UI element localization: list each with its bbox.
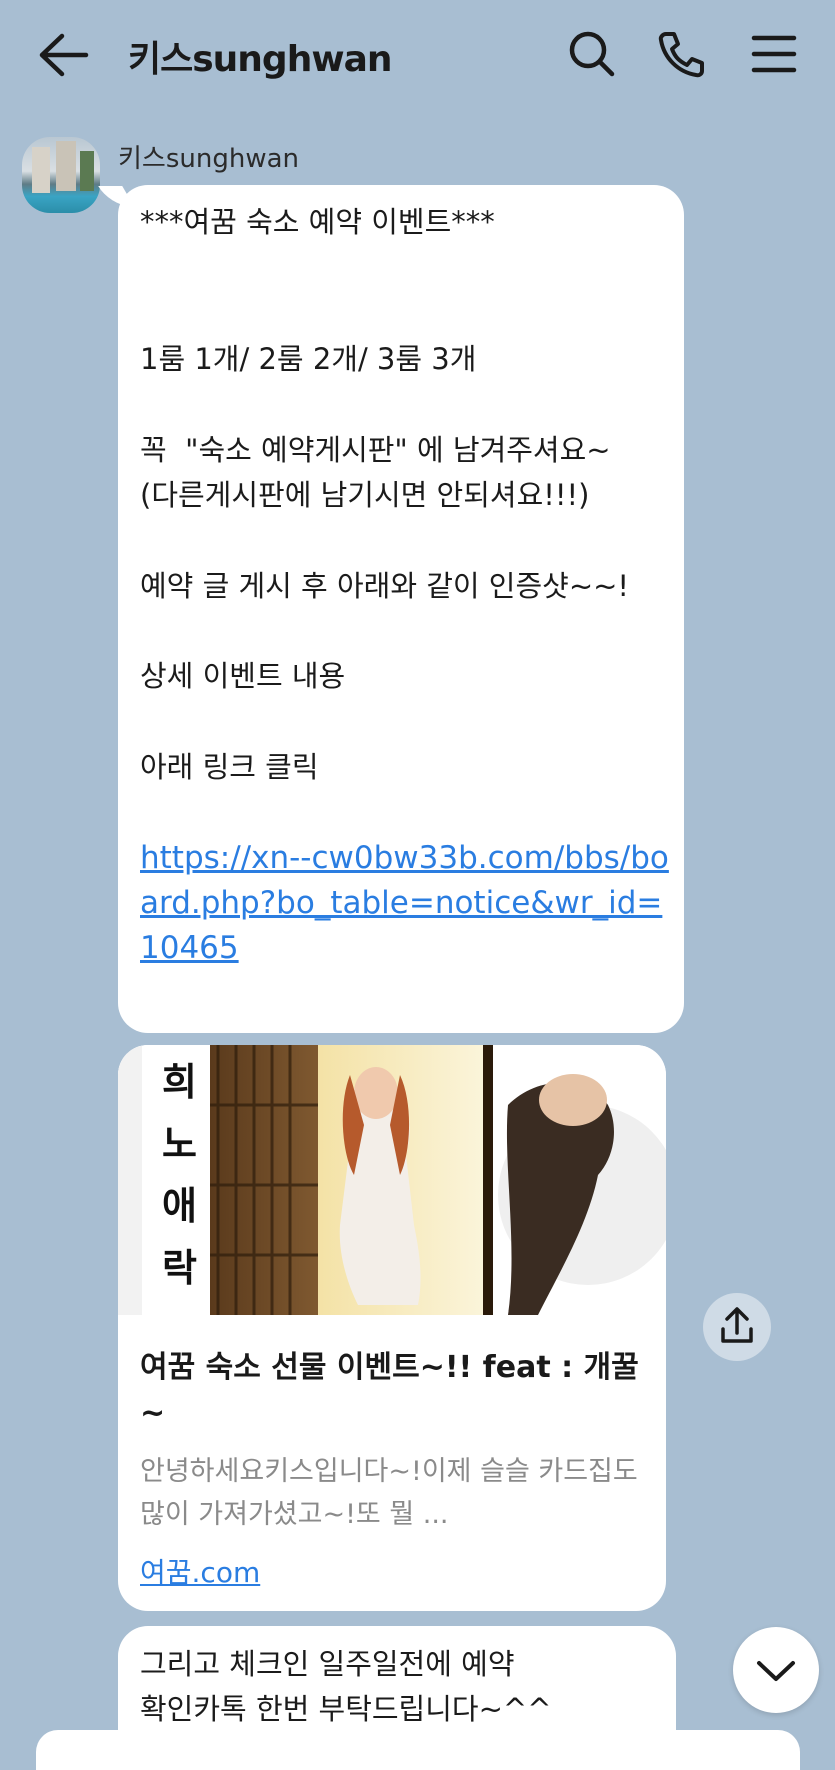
chat-title: 키스sunghwan — [128, 39, 393, 80]
calligraphy-text: 희노애락 — [162, 1060, 197, 1290]
link-preview-title: 여꿈 숙소 선물 이벤트~!! feat : 개꿀~ — [140, 1350, 639, 1431]
call-button[interactable] — [656, 28, 708, 80]
share-button[interactable] — [703, 1293, 771, 1361]
avatar-building — [32, 147, 50, 193]
input-panel-edge — [36, 1730, 800, 1770]
menu-button[interactable] — [748, 28, 800, 80]
avatar-building — [56, 141, 76, 191]
link-preview-domain[interactable]: 여꿈.com — [140, 1551, 260, 1591]
sender-avatar[interactable] — [22, 137, 100, 213]
message-line: 꼭 "숙소 예약게시판" 에 남겨주셔요~ — [140, 433, 611, 467]
phone-icon — [658, 32, 704, 78]
message-line: (다른게시판에 남기시면 안되셔요!!!) — [140, 478, 590, 512]
event-link[interactable]: https://xn--cw0bw33b.com/bbs/board.php?b… — [140, 836, 670, 971]
search-button[interactable] — [566, 28, 618, 80]
hamburger-menu-icon — [751, 35, 797, 73]
message-line: 확인카톡 한번 부탁드립니다~^^ — [140, 1692, 552, 1726]
message-line: 그리고 체크인 일주일전에 예약 — [140, 1647, 515, 1681]
sender-name: 키스sunghwan — [118, 144, 300, 174]
message-line: ***여꿈 숙소 예약 이벤트*** — [140, 205, 495, 239]
message-line: 예약 글 게시 후 아래와 같이 인증샷~~! — [140, 569, 630, 603]
message-line: 1룸 1개/ 2룸 2개/ 3룸 3개 — [140, 342, 477, 376]
share-icon — [721, 1307, 753, 1343]
avatar-tree — [80, 151, 94, 191]
message-line: 아래 링크 클릭 — [140, 750, 319, 784]
arrow-left-icon — [39, 33, 89, 77]
chevron-down-icon — [757, 1661, 795, 1681]
scroll-to-bottom-button[interactable] — [733, 1627, 819, 1713]
link-preview-card[interactable]: 희노애락 여꿈 숙소 선물 이벤트~!! feat : 개꿀~ 안녕하세요키스입… — [118, 1045, 666, 1611]
back-button[interactable] — [36, 30, 92, 80]
search-icon — [569, 31, 615, 77]
link-preview-description: 안녕하세요키스입니다~!이제 슬슬 카드집도 많이 가져가셨고~!또 뭘 ... — [140, 1456, 638, 1530]
message-line: 상세 이벤트 내용 — [140, 659, 346, 693]
chat-header: 키스sunghwan — [0, 0, 835, 110]
